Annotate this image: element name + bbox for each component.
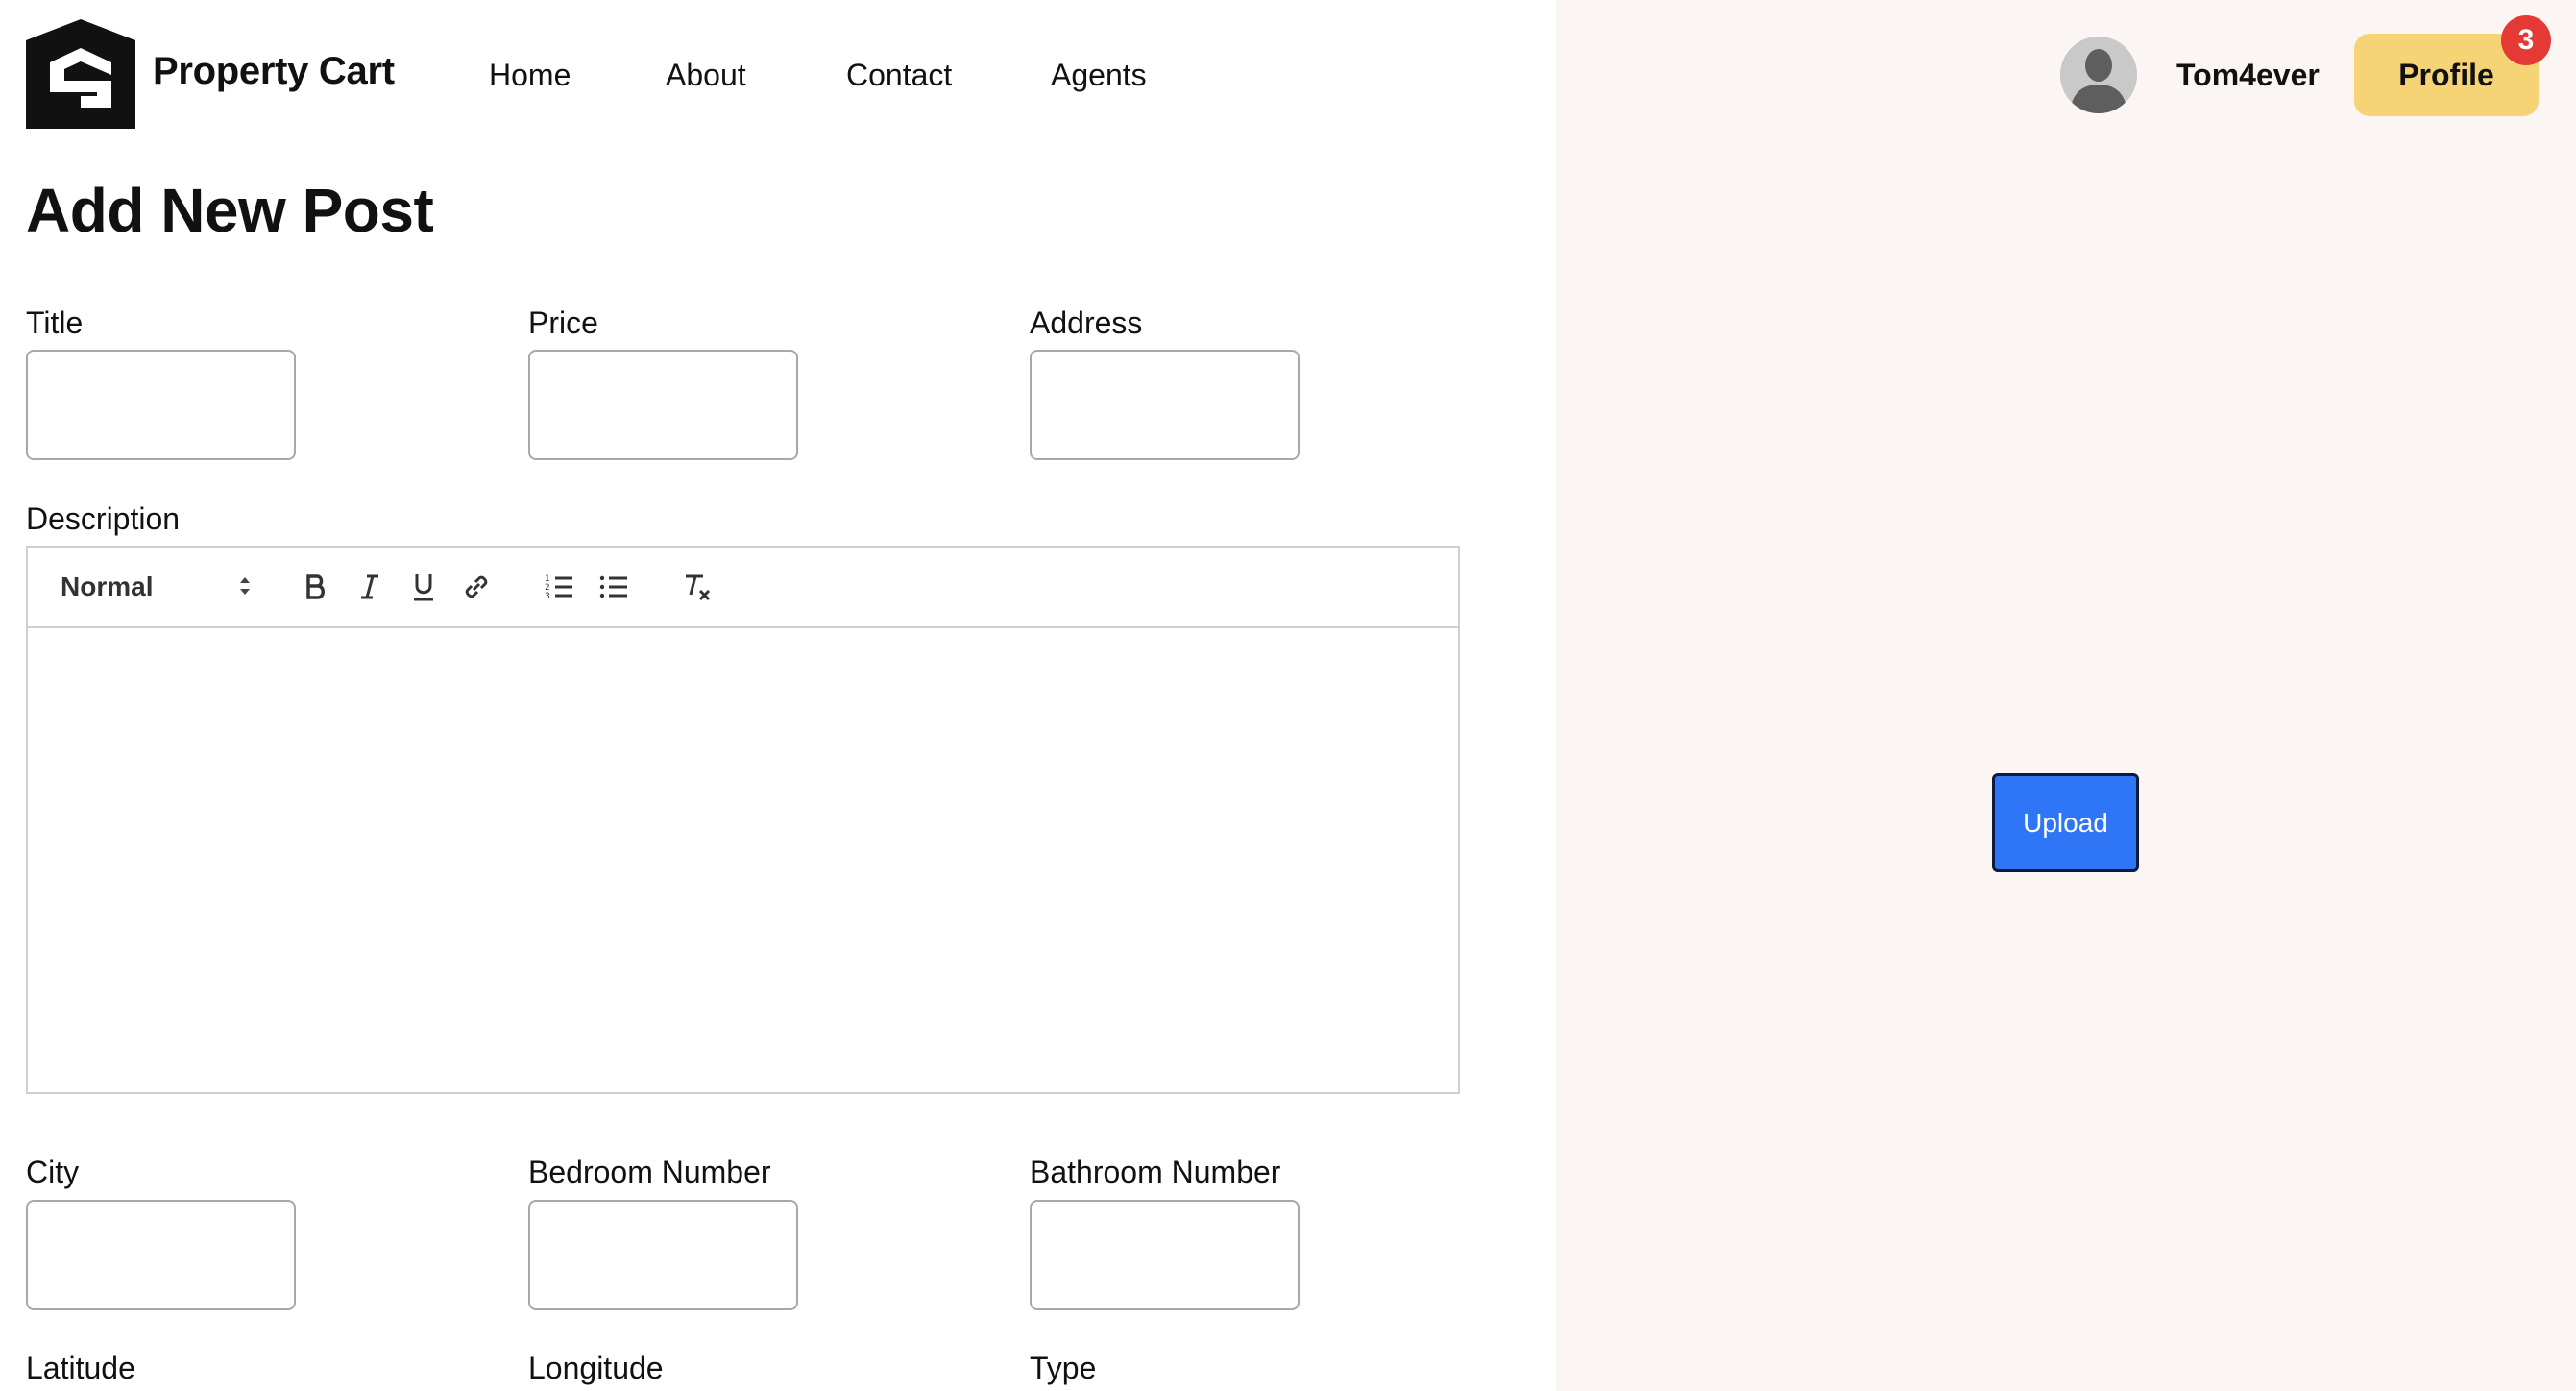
clear-format-icon: [686, 574, 711, 601]
format-select[interactable]: Normal: [61, 565, 253, 609]
property-cart-logo[interactable]: [26, 19, 135, 129]
italic-icon: [361, 574, 378, 599]
link-icon: [465, 575, 488, 598]
link-button[interactable]: [460, 565, 493, 609]
address-input[interactable]: [1030, 350, 1300, 460]
bathroom-label: Bathroom Number: [1030, 1155, 1281, 1189]
bold-icon: [306, 574, 325, 599]
bullet-list-button[interactable]: [597, 565, 630, 609]
type-label: Type: [1030, 1351, 1097, 1385]
nav-link-contact[interactable]: Contact: [846, 58, 952, 93]
bold-button[interactable]: [301, 565, 331, 609]
username: Tom4ever: [2176, 58, 2320, 92]
ordered-list-button[interactable]: 1 2 3: [543, 565, 575, 609]
bedroom-label: Bedroom Number: [528, 1155, 771, 1189]
price-label: Price: [528, 305, 598, 340]
title-label: Title: [26, 305, 84, 340]
nav-link-home[interactable]: Home: [489, 58, 571, 93]
bullet-list-icon: [599, 575, 627, 598]
notification-badge: 3: [2501, 15, 2551, 65]
latitude-label: Latitude: [26, 1351, 135, 1385]
underline-button[interactable]: [408, 565, 439, 609]
longitude-label: Longitude: [528, 1351, 664, 1385]
ordered-list-icon: 1 2 3: [545, 574, 572, 601]
italic-button[interactable]: [354, 565, 385, 609]
bathroom-input[interactable]: [1030, 1200, 1300, 1310]
bedroom-input[interactable]: [528, 1200, 798, 1310]
format-select-value: Normal: [61, 572, 154, 601]
clear-format-button[interactable]: [681, 565, 714, 609]
svg-text:3: 3: [545, 592, 550, 601]
title-input[interactable]: [26, 350, 296, 460]
city-input[interactable]: [26, 1200, 296, 1310]
nav-link-agents[interactable]: Agents: [1051, 58, 1147, 93]
upload-button[interactable]: Upload: [1992, 773, 2139, 872]
underline-icon: [414, 574, 433, 601]
price-input[interactable]: [528, 350, 798, 460]
editor-toolbar: Normal 1 2 3: [28, 548, 1458, 628]
page-title: Add New Post: [26, 176, 434, 245]
description-editor-body[interactable]: [28, 628, 1458, 1092]
user-silhouette-icon: [2060, 37, 2137, 113]
user-avatar[interactable]: [2060, 37, 2137, 113]
address-label: Address: [1030, 305, 1143, 340]
brand-name[interactable]: Property Cart: [153, 50, 395, 93]
nav-link-about[interactable]: About: [666, 58, 746, 93]
image-upload-panel: [1556, 0, 2576, 1391]
select-arrows-icon: [240, 577, 250, 595]
description-label: Description: [26, 501, 181, 536]
city-label: City: [26, 1155, 80, 1189]
description-editor: Normal 1 2 3: [26, 546, 1460, 1094]
